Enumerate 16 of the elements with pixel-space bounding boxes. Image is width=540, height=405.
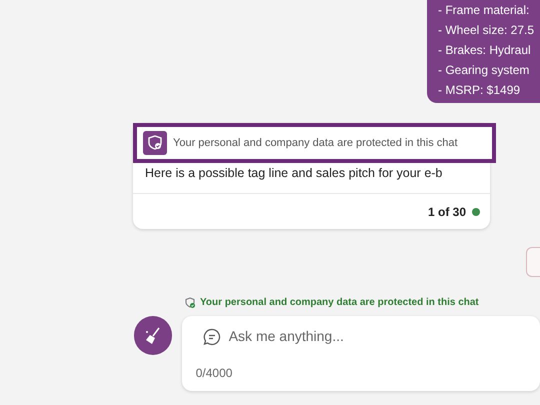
- message-line: - MSRP: $1499: [438, 82, 522, 99]
- message-line: - Wheel size: 27.5: [438, 22, 536, 39]
- character-count: 0/4000: [196, 365, 234, 382]
- message-line: - Brakes: Hydraul: [438, 42, 532, 59]
- message-line: - Gearing system: [438, 62, 530, 79]
- protection-notice: Your personal and company data are protected in this chat: [200, 296, 479, 310]
- new-chat-button[interactable]: [134, 316, 172, 355]
- response-counter: 1 of 30: [428, 204, 466, 220]
- message-line: - Frame material:: [438, 2, 530, 19]
- shield-check-icon: [184, 296, 196, 308]
- protection-message: Your personal and company data are protected in this chat: [173, 136, 458, 151]
- chat-icon: [202, 328, 221, 346]
- chat-input-box[interactable]: Ask me anything... 0/4000: [182, 316, 540, 391]
- response-text: Here is a possible tag line and sales pitch for your e-b: [145, 165, 442, 182]
- message-input[interactable]: Ask me anything...: [228, 326, 529, 347]
- shield-icon: [143, 131, 167, 155]
